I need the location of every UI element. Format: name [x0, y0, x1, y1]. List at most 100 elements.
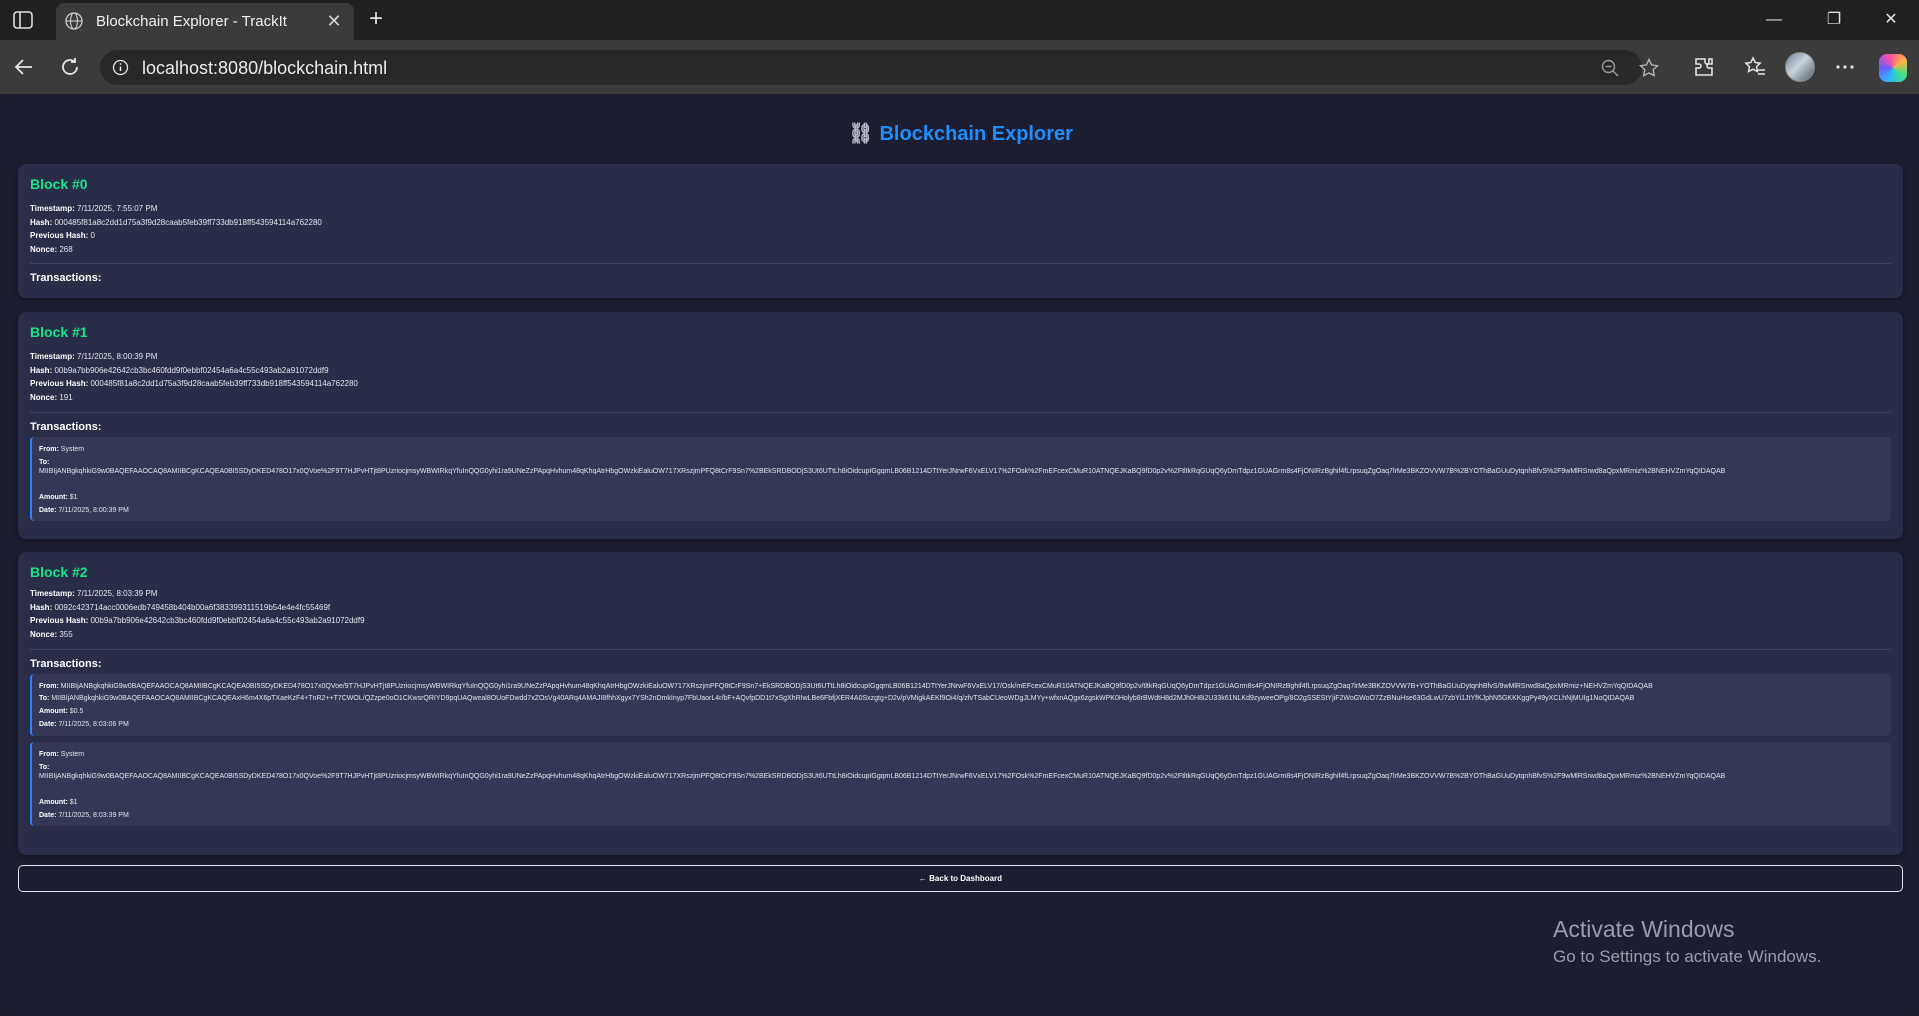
tx-from: From: System	[39, 750, 84, 759]
window-close-icon[interactable]: ✕	[1879, 8, 1903, 32]
amount-label: Amount:	[39, 799, 68, 806]
transaction-card: From: System To: MIIBIjANBgkqhkiG9w0BAQE…	[30, 742, 1891, 826]
from-value: System	[60, 751, 85, 758]
tab-close-icon[interactable]: ✕	[324, 11, 344, 31]
amount-value: $1	[69, 494, 78, 501]
to-value: MIIBIjANBgkqhkiG9w0BAQEFAAOCAQ8AMIIBCgKC…	[39, 773, 1726, 780]
block-nonce: Nonce: 268	[30, 243, 73, 257]
to-label: To:	[39, 459, 50, 466]
url-text[interactable]: localhost:8080/blockchain.html	[142, 58, 387, 79]
block-card: Block #2 Timestamp: 7/11/2025, 8:03:39 P…	[18, 552, 1903, 855]
nonce-value: 191	[59, 392, 73, 402]
block-nonce: Nonce: 355	[30, 628, 73, 642]
favorites-icon[interactable]	[1743, 55, 1767, 79]
previous-hash-value: 0	[90, 231, 95, 240]
block-hash: Hash: 00b9a7bb906e42642cb3bc460fdd9f0ebb…	[30, 364, 329, 378]
tx-to: To:	[39, 458, 49, 467]
timestamp-value: 7/11/2025, 7:55:07 PM	[77, 204, 158, 213]
extensions-icon[interactable]	[1692, 55, 1716, 79]
transactions-heading: Transactions:	[30, 421, 102, 433]
to-value: MIIBIjANBgkqhkiG9w0BAQEFAAOCAQ8AMIIBCgKC…	[39, 468, 1726, 475]
block-card: Block #1 Timestamp: 7/11/2025, 8:00:39 P…	[18, 312, 1903, 539]
tx-date: Date: 7/11/2025, 8:03:06 PM	[39, 720, 129, 729]
block-timestamp: Timestamp: 7/11/2025, 8:00:39 PM	[30, 350, 157, 364]
previous-hash-label: Previous Hash:	[30, 231, 89, 240]
sidebar-toggle-icon[interactable]	[12, 9, 34, 31]
transaction-card: From: MIIBIjANBgkqhkiG9w0BAQEFAAOCAQ8AMI…	[30, 674, 1891, 736]
nonce-label: Nonce:	[30, 392, 58, 402]
date-label: Date:	[39, 721, 57, 728]
block-hash: Hash: 0092c423714acc0006edb749458b404b00…	[30, 601, 330, 615]
browser-tab-bar: Blockchain Explorer - TrackIt ✕ + — ❐ ✕	[0, 0, 1919, 40]
favorite-star-icon[interactable]	[1638, 57, 1660, 79]
from-label: From:	[39, 751, 59, 758]
globe-icon	[65, 12, 83, 30]
profile-avatar[interactable]	[1785, 52, 1815, 82]
nonce-value: 355	[59, 629, 73, 639]
info-icon[interactable]	[112, 59, 129, 76]
more-options-icon[interactable]	[1833, 55, 1857, 79]
back-to-dashboard-button[interactable]: ← Back to Dashboard	[18, 865, 1903, 892]
block-previous-hash: Previous Hash: 0	[30, 229, 95, 243]
block-title: Block #1	[30, 324, 88, 340]
hash-label: Hash:	[30, 217, 53, 227]
tx-from: From: System	[39, 445, 84, 454]
tx-date: Date: 7/11/2025, 8:03:39 PM	[39, 811, 129, 820]
new-tab-icon[interactable]: +	[364, 7, 388, 32]
minimize-icon[interactable]: —	[1762, 8, 1786, 32]
date-label: Date:	[39, 507, 57, 514]
previous-hash-label: Previous Hash:	[30, 616, 89, 625]
zoom-out-icon[interactable]	[1600, 58, 1620, 78]
restore-icon[interactable]: ❐	[1822, 8, 1846, 32]
date-label: Date:	[39, 812, 57, 819]
tx-amount: Amount: $1	[39, 493, 78, 502]
tx-amount: Amount: $0.5	[39, 707, 83, 716]
tx-to: To: MIIBIjANBgkqhkiG9w0BAQEFAAOCAQ8AMIIB…	[39, 694, 1634, 703]
hash-label: Hash:	[30, 365, 53, 375]
amount-label: Amount:	[39, 494, 68, 501]
reload-icon[interactable]	[58, 55, 82, 79]
address-bar[interactable]: localhost:8080/blockchain.html	[100, 50, 1660, 85]
block-nonce: Nonce: 191	[30, 391, 73, 405]
date-value: 7/11/2025, 8:00:39 PM	[58, 507, 129, 514]
block-card: Block #0 Timestamp: 7/11/2025, 7:55:07 P…	[18, 164, 1903, 298]
watermark-title: Activate Windows	[1553, 916, 1735, 942]
timestamp-value: 7/11/2025, 8:00:39 PM	[77, 352, 158, 361]
hash-value: 0092c423714acc0006edb749458b404b00a6f383…	[54, 602, 331, 612]
browser-tab[interactable]: Blockchain Explorer - TrackIt ✕	[56, 3, 354, 40]
amount-value: $1	[69, 799, 78, 806]
amount-label: Amount:	[39, 708, 68, 715]
transactions-heading: Transactions:	[30, 272, 102, 284]
back-arrow-icon[interactable]	[12, 55, 36, 79]
from-value: MIIBIjANBgkqhkiG9w0BAQEFAAOCAQ8AMIIBCgKC…	[60, 683, 1653, 690]
block-previous-hash: Previous Hash: 000485f81a8c2dd1d75a3f9d2…	[30, 377, 358, 391]
chain-icon: ⛓	[848, 123, 874, 145]
block-title: Block #0	[30, 176, 88, 192]
copilot-icon[interactable]	[1879, 54, 1907, 82]
previous-hash-label: Previous Hash:	[30, 379, 89, 388]
browser-toolbar: localhost:8080/blockchain.html	[0, 40, 1919, 94]
divider	[30, 649, 1891, 650]
page-title-text: Blockchain Explorer	[879, 123, 1073, 145]
timestamp-label: Timestamp:	[30, 589, 75, 598]
from-label: From:	[39, 446, 59, 453]
tx-date: Date: 7/11/2025, 8:00:39 PM	[39, 506, 129, 515]
tx-amount: Amount: $1	[39, 798, 78, 807]
watermark-subtitle: Go to Settings to activate Windows.	[1553, 947, 1822, 966]
amount-value: $0.5	[69, 708, 84, 715]
hash-value: 000485f81a8c2dd1d75a3f9d28caab5feb39ff73…	[54, 217, 322, 227]
timestamp-label: Timestamp:	[30, 352, 75, 361]
block-timestamp: Timestamp: 7/11/2025, 8:03:39 PM	[30, 587, 157, 601]
from-value: System	[60, 446, 85, 453]
block-previous-hash: Previous Hash: 00b9a7bb906e42642cb3bc460…	[30, 614, 365, 628]
previous-hash-value: 000485f81a8c2dd1d75a3f9d28caab5feb39ff73…	[90, 379, 358, 388]
previous-hash-value: 00b9a7bb906e42642cb3bc460fdd9f0ebbf02454…	[90, 616, 365, 625]
tx-to: To:	[39, 763, 49, 772]
to-label: To:	[39, 695, 50, 702]
nonce-label: Nonce:	[30, 244, 58, 254]
hash-value: 00b9a7bb906e42642cb3bc460fdd9f0ebbf02454…	[54, 365, 329, 375]
transaction-card: From: System To: MIIBIjANBgkqhkiG9w0BAQE…	[30, 437, 1891, 521]
to-label: To:	[39, 764, 50, 771]
tx-from: From: MIIBIjANBgkqhkiG9w0BAQEFAAOCAQ8AMI…	[39, 682, 1653, 691]
windows-activation-watermark: Activate Windows Go to Settings to activ…	[1553, 916, 1821, 967]
